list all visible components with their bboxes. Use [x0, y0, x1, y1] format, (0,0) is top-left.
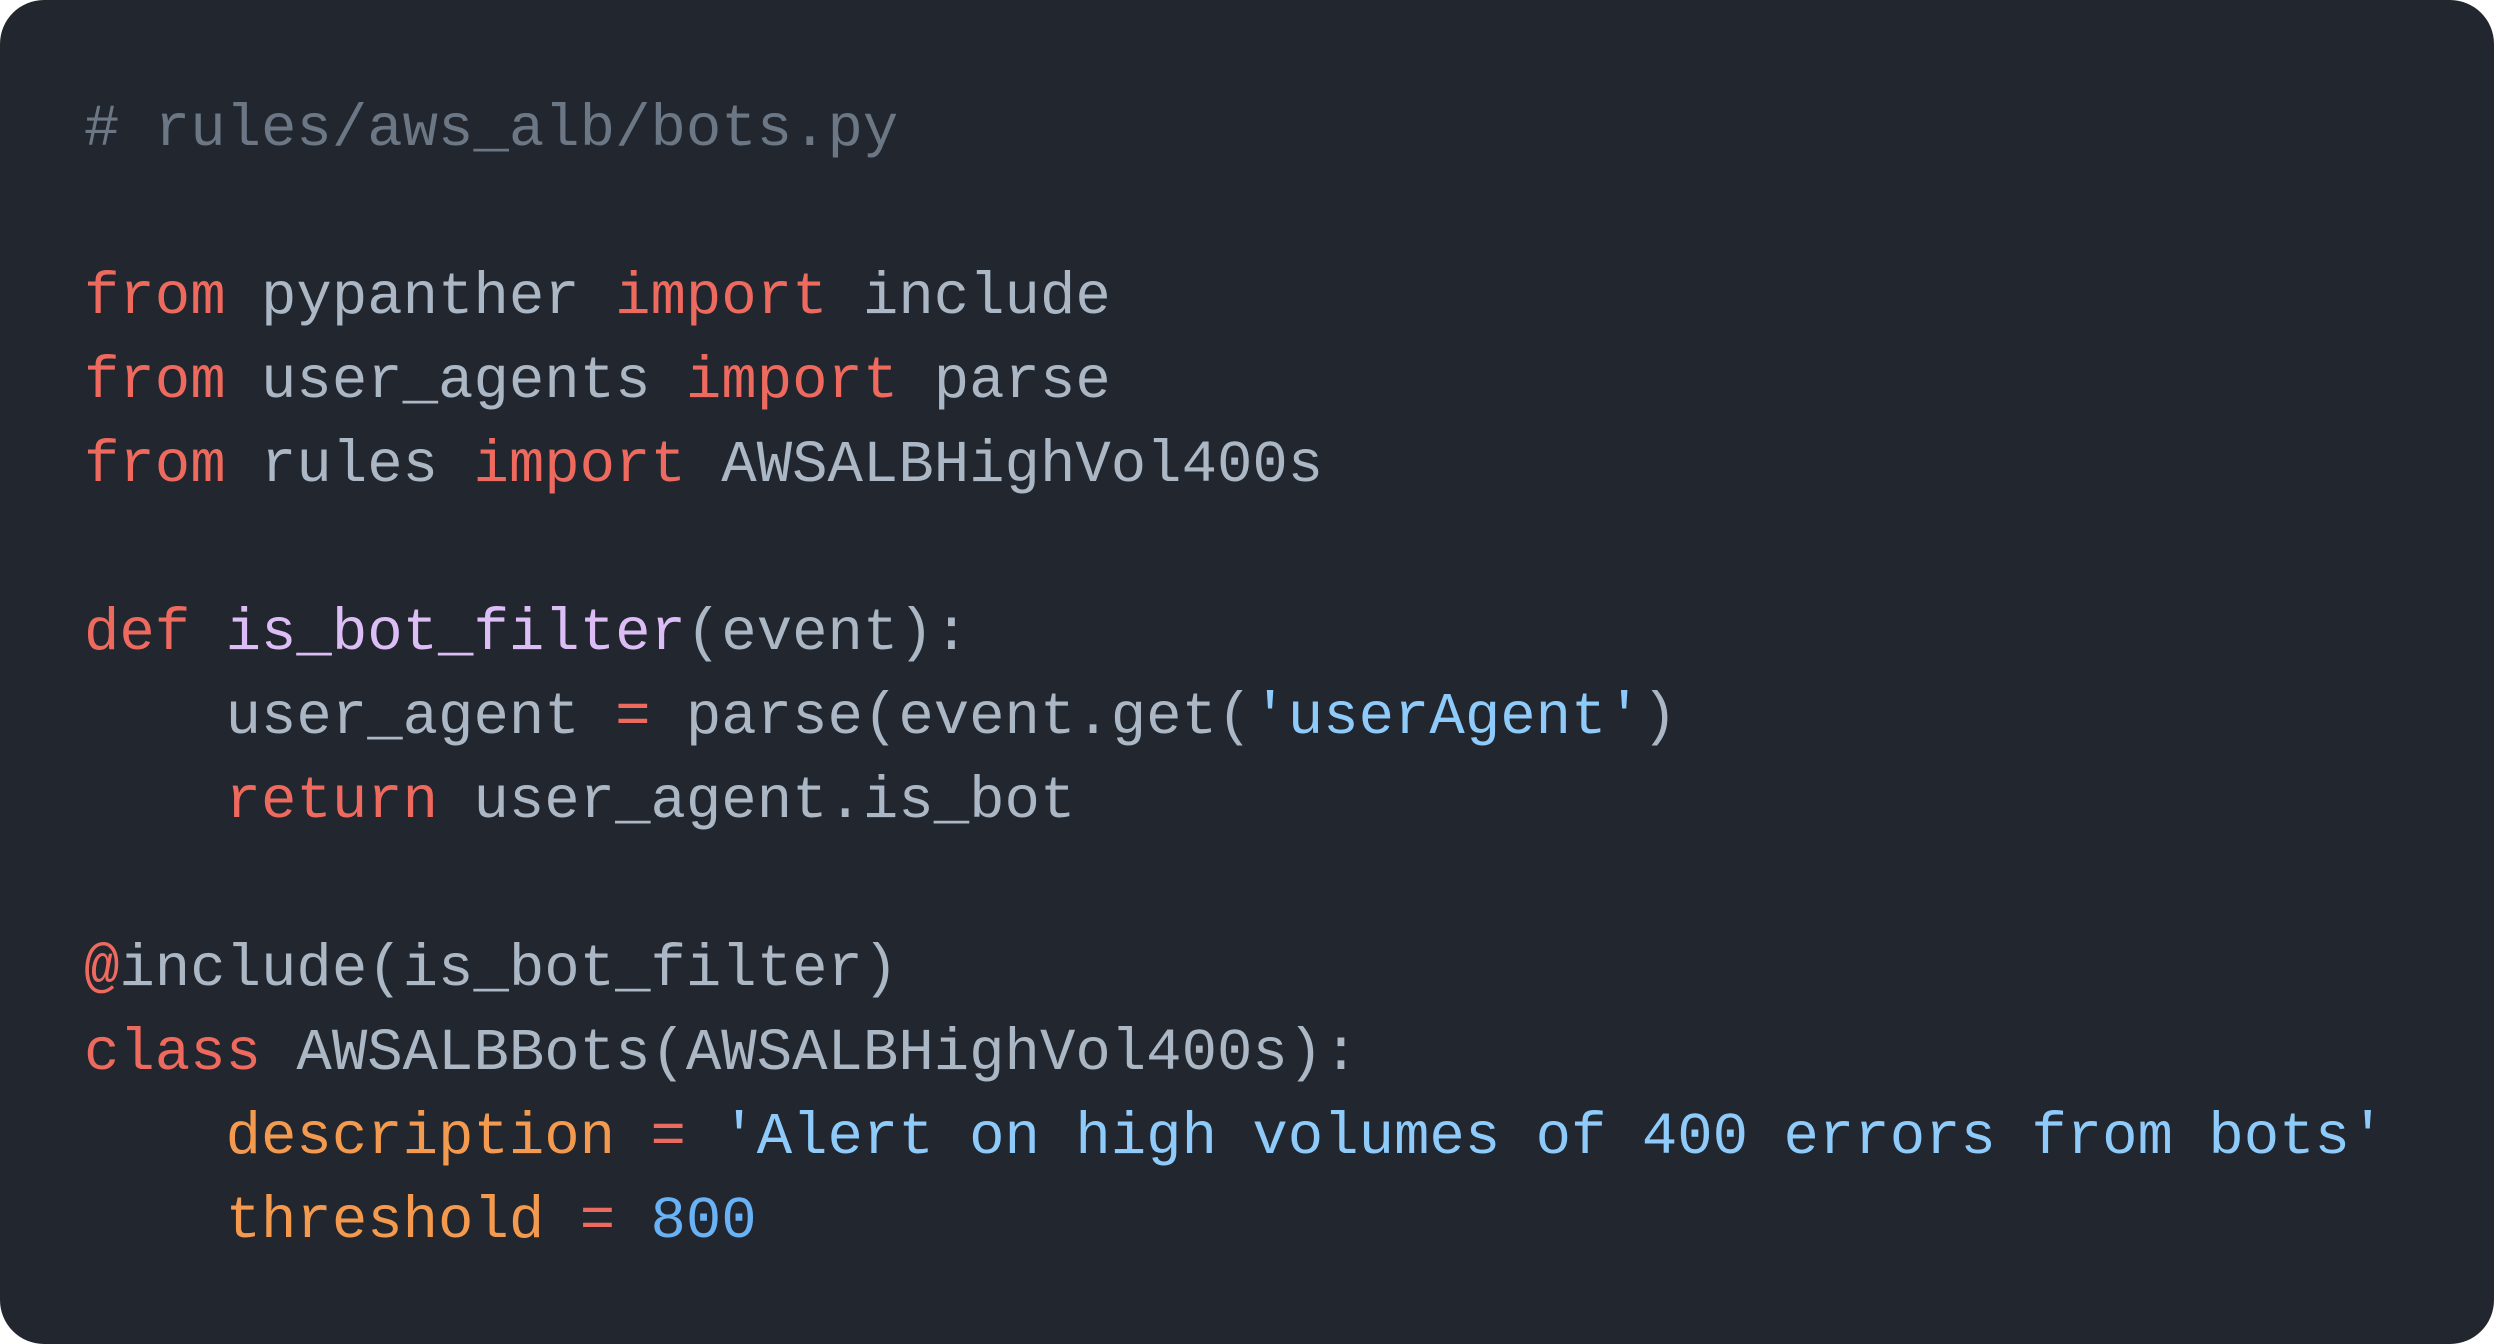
code-function-name: is_bot_filter — [225, 600, 686, 667]
code-operator: = — [579, 1188, 616, 1255]
code-attribute: threshold — [225, 1188, 545, 1255]
code-line: return user_agent.is_bot — [84, 760, 2385, 844]
code-keyword: import — [615, 264, 828, 331]
code-identifier: include — [827, 264, 1111, 331]
code-identifier: pypanther — [225, 264, 616, 331]
code-line: user_agent = parse(event.get('userAgent'… — [84, 676, 2385, 760]
code-identifier: parse — [898, 348, 1111, 415]
code-identifier — [615, 1104, 650, 1171]
code-line: def is_bot_filter(event): — [84, 592, 2385, 676]
code-identifier: AWSALBHighVol400s — [685, 432, 1324, 499]
code-line: # rules/aws_alb/bots.py — [84, 88, 2385, 172]
code-keyword: from — [84, 432, 226, 499]
code-identifier — [544, 1188, 579, 1255]
code-identifier: AWSALBBots(AWSALBHighVol400s): — [261, 1020, 1359, 1087]
code-keyword: class — [84, 1020, 262, 1087]
code-identifier — [190, 600, 225, 667]
code-decorator: @ — [84, 936, 120, 1003]
code-line: threshold = 800 — [84, 1180, 2385, 1264]
code-card: # rules/aws_alb/bots.py from pypanther i… — [0, 0, 2494, 1344]
code-keyword: def — [84, 600, 191, 667]
code-identifier: user_agents — [225, 348, 686, 415]
code-line: @include(is_bot_filter) — [84, 928, 2385, 1012]
code-line: from user_agents import parse — [84, 340, 2385, 424]
code-keyword: from — [84, 264, 226, 331]
code-identifier — [84, 1104, 226, 1171]
code-keyword: return — [225, 768, 439, 835]
code-line: from rules import AWSALBHighVol400s — [84, 424, 2385, 508]
code-line: from pypanther import include — [84, 256, 2385, 340]
code-line: class AWSALBBots(AWSALBHighVol400s): — [84, 1012, 2385, 1096]
code-punctuation: ) — [1641, 684, 1678, 751]
code-operator: = — [650, 1104, 686, 1171]
code-block: # rules/aws_alb/bots.py from pypanther i… — [84, 88, 2385, 1264]
code-keyword: import — [473, 432, 686, 499]
code-identifier: user_agent — [84, 684, 616, 751]
code-identifier — [686, 1104, 721, 1171]
code-number: 800 — [650, 1188, 757, 1255]
code-identifier: rules — [225, 432, 474, 499]
code-attribute: description — [225, 1104, 616, 1171]
code-punctuation: (event): — [685, 600, 970, 667]
code-operator: = — [615, 684, 651, 751]
code-identifier: include(is_bot_filter) — [119, 936, 899, 1003]
code-line: description = 'Alert on high volumes of … — [84, 1096, 2386, 1180]
code-comment: # rules/aws_alb/bots.py — [84, 96, 899, 163]
code-identifier — [84, 768, 226, 835]
code-identifier — [615, 1188, 650, 1255]
code-identifier: parse(event.get( — [650, 684, 1253, 751]
code-keyword: import — [685, 348, 899, 415]
code-string: 'userAgent' — [1252, 684, 1642, 751]
code-string: 'Alert on high volumes of 400 errors fro… — [721, 1104, 2386, 1171]
code-identifier: user_agent.is_bot — [438, 768, 1076, 835]
code-keyword: from — [84, 348, 226, 415]
code-identifier — [84, 1188, 226, 1255]
